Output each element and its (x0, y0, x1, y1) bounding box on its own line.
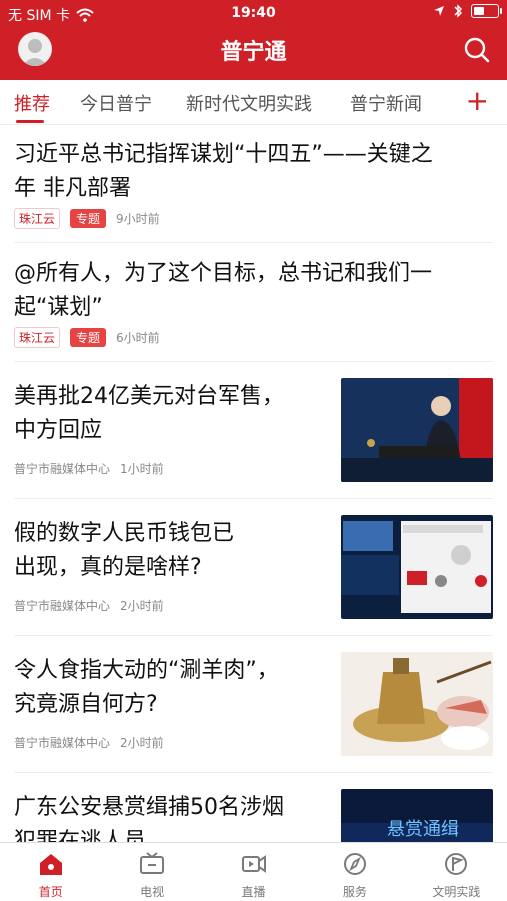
article-title: 年 非凡部署 (14, 176, 131, 201)
category-tabs: 推荐 今日普宁 新时代文明实践 普宁新闻 + (0, 80, 507, 125)
list-item[interactable]: 习近平总书记指挥谋划“十四五”——关键之 年 非凡部署 珠江云 专题 9小时前 (14, 124, 493, 243)
home-icon (39, 854, 62, 875)
article-title: 起“谋划” (14, 295, 103, 320)
article-title: 究竟源自何方? (14, 692, 158, 717)
add-tab-icon[interactable]: + (466, 87, 489, 115)
source-badge: 珠江云 (14, 327, 61, 348)
source-badge: 珠江云 (14, 208, 61, 229)
list-item[interactable]: 令人食指大动的“涮羊肉”， 究竟源自何方? 普宁市融媒体中心 2小时前 (14, 636, 493, 773)
status-right (433, 4, 502, 18)
article-source: 普宁市融媒体中心 (14, 462, 111, 476)
bottom-tab-bar: 首页 电视 直播 服务 文明实践 (0, 842, 507, 901)
article-title: 令人食指大动的“涮羊肉”， (14, 658, 279, 683)
list-item[interactable]: 美再批24亿美元对台军售， 中方回应 普宁市融媒体中心 1小时前 (14, 362, 493, 499)
article-thumbnail (341, 515, 493, 619)
article-time: 2小时前 (120, 736, 164, 750)
article-thumbnail (341, 652, 493, 756)
article-title: 美再批24亿美元对台军售， (14, 384, 284, 409)
list-item[interactable]: @所有人，为了这个目标，总书记和我们一 起“谋划” 珠江云 专题 6小时前 (14, 243, 493, 362)
article-title: 出现，真的是啥样? (14, 555, 202, 580)
active-tab-indicator (16, 120, 44, 123)
tab-civilization-practice[interactable]: 新时代文明实践 (186, 90, 312, 116)
news-feed: 习近平总书记指挥谋划“十四五”——关键之 年 非凡部署 珠江云 专题 9小时前 … (0, 124, 507, 842)
article-source: 普宁市融媒体中心 (14, 736, 111, 750)
tab-label: 电视 (140, 885, 165, 899)
article-time: 9小时前 (116, 212, 160, 226)
thumb-overlay-text: 悬赏通缉 (387, 819, 459, 840)
tab-civilization[interactable]: 文明实践 (406, 843, 507, 901)
list-item[interactable]: 假的数字人民币钱包已 出现，真的是啥样? 普宁市融媒体中心 2小时前 (14, 499, 493, 636)
article-title: 中方回应 (14, 418, 103, 443)
tab-live[interactable]: 直播 (203, 843, 304, 901)
article-source: 普宁市融媒体中心 (14, 599, 111, 613)
flag-circle-icon (445, 853, 468, 875)
article-title: 广东公安悬赏缉捕50名涉烟 (14, 795, 284, 820)
topic-badge: 专题 (70, 328, 107, 347)
search-icon[interactable] (463, 36, 491, 64)
article-time: 6小时前 (116, 331, 160, 345)
list-item[interactable]: 广东公安悬赏缉捕50名涉烟 犯罪在逃人员 悬赏通缉 (14, 773, 493, 842)
tab-tv[interactable]: 电视 (101, 843, 202, 901)
tab-home[interactable]: 首页 (0, 843, 101, 901)
article-time: 1小时前 (120, 462, 164, 476)
topic-badge: 专题 (70, 209, 107, 228)
status-time: 19:40 (231, 5, 276, 21)
tab-puning-news[interactable]: 普宁新闻 (350, 90, 422, 116)
tab-recommend[interactable]: 推荐 (14, 90, 50, 116)
location-arrow-icon (434, 6, 444, 16)
status-bar: 无 SIM 卡 19:40 (0, 0, 507, 26)
tab-label: 文明实践 (432, 885, 481, 899)
video-camera-icon (241, 855, 266, 873)
article-title: 习近平总书记指挥谋划“十四五”——关键之 (14, 142, 433, 167)
article-thumbnail: 悬赏通缉 (341, 789, 493, 842)
tab-label: 服务 (342, 885, 367, 899)
article-time: 2小时前 (120, 599, 164, 613)
app-header: 无 SIM 卡 19:40 普宁通 (0, 0, 507, 80)
tab-label: 首页 (38, 885, 63, 899)
battery-icon (471, 4, 502, 18)
tab-services[interactable]: 服务 (304, 843, 405, 901)
tab-today-puning[interactable]: 今日普宁 (80, 90, 152, 116)
article-title: 犯罪在逃人员 (14, 829, 147, 842)
tv-icon (140, 852, 165, 874)
article-thumbnail (341, 378, 493, 482)
compass-icon (343, 853, 366, 875)
article-title: 假的数字人民币钱包已 (14, 521, 235, 546)
tab-label: 直播 (241, 885, 266, 899)
article-title: @所有人，为了这个目标，总书记和我们一 (14, 261, 433, 286)
bluetooth-icon (454, 4, 463, 18)
app-title: 普宁通 (220, 40, 287, 65)
